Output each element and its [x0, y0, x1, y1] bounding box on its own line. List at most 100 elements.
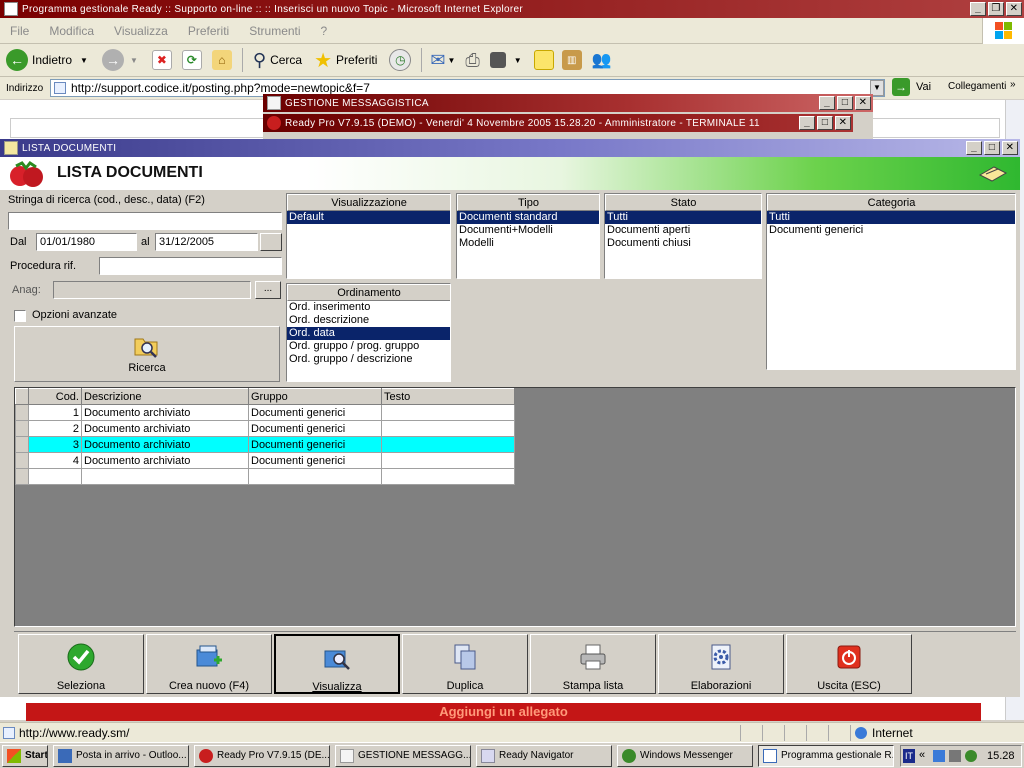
procedura-input[interactable] — [99, 257, 282, 275]
tray-expand-icon[interactable]: « — [919, 749, 925, 761]
advanced-options-label[interactable]: Opzioni avanzate — [32, 309, 117, 321]
row-selector[interactable] — [15, 468, 29, 485]
menu-help[interactable]: ? — [321, 24, 328, 38]
readypro-maximize-button[interactable]: □ — [817, 116, 833, 130]
menu-visualizza[interactable]: Visualizza — [114, 24, 168, 38]
app-maximize-button[interactable]: □ — [984, 141, 1000, 155]
taskbar-item-readypro[interactable]: Ready Pro V7.9.15 (DE... — [194, 745, 330, 767]
discuss-button[interactable] — [533, 50, 554, 70]
column-header-testo[interactable]: Testo — [381, 388, 515, 405]
date-to-input[interactable]: 31/12/2005 — [155, 233, 258, 251]
research-button[interactable]: ▥ — [561, 50, 582, 70]
volume-icon[interactable] — [949, 750, 961, 762]
readypro-minimize-button[interactable]: _ — [799, 116, 815, 130]
list-item[interactable]: Modelli — [457, 237, 599, 250]
taskbar-item-messenger[interactable]: Windows Messenger — [617, 745, 753, 767]
uscita-button[interactable]: Uscita (ESC) — [786, 634, 912, 694]
back-dropdown-icon[interactable]: ▼ — [80, 56, 88, 65]
taskbar-item-outlook[interactable]: Posta in arrivo - Outloo... — [53, 745, 189, 767]
list-item[interactable]: Ord. gruppo / prog. gruppo — [287, 340, 450, 353]
list-item[interactable]: Tutti — [767, 211, 1015, 224]
menu-modifica[interactable]: Modifica — [49, 24, 94, 38]
links-chevron-icon[interactable]: » — [1010, 79, 1016, 90]
mail-dropdown-icon[interactable]: ▼ — [447, 56, 455, 65]
list-item[interactable]: Documenti aperti — [605, 224, 761, 237]
restore-button[interactable]: ❐ — [988, 2, 1004, 16]
network-icon[interactable] — [933, 750, 945, 762]
links-label[interactable]: Collegamenti — [948, 81, 1006, 92]
clock[interactable]: 15.28 — [987, 750, 1015, 762]
taskbar-item-navigator[interactable]: Ready Navigator — [476, 745, 612, 767]
minimize-button[interactable]: _ — [970, 2, 986, 16]
row-selector[interactable] — [15, 420, 29, 437]
edit-dropdown-icon[interactable]: ▼ — [514, 56, 522, 65]
menu-strumenti[interactable]: Strumenti — [249, 24, 300, 38]
table-row[interactable]: 4 Documento archiviato Documenti generic… — [15, 452, 515, 469]
go-button[interactable]: → Vai — [892, 78, 931, 96]
messenger-tray-icon[interactable] — [965, 750, 977, 762]
refresh-button[interactable]: ⟳ — [181, 50, 202, 70]
date-from-input[interactable]: 01/01/1980 — [36, 233, 137, 251]
row-selector[interactable] — [15, 404, 29, 421]
forward-button[interactable]: → ▼ — [101, 49, 138, 71]
anag-browse-button[interactable]: ... — [255, 281, 281, 299]
search-string-input[interactable] — [8, 212, 282, 230]
visualizzazione-list[interactable]: Visualizzazione Default — [286, 193, 451, 279]
edit-button[interactable]: ▼ — [489, 52, 522, 68]
messaging-maximize-button[interactable]: □ — [837, 96, 853, 110]
list-item[interactable]: Tutti — [605, 211, 761, 224]
list-item[interactable]: Documenti+Modelli — [457, 224, 599, 237]
print-button[interactable]: ⎙ — [465, 50, 479, 71]
table-row[interactable]: 1 Documento archiviato Documenti generic… — [15, 404, 515, 421]
visualizza-button[interactable]: Visualizza — [274, 634, 400, 694]
row-selector[interactable] — [15, 436, 29, 453]
search-button[interactable]: Ricerca — [14, 326, 280, 382]
column-header-descrizione[interactable]: Descrizione — [81, 388, 249, 405]
close-button[interactable]: ✕ — [1006, 2, 1022, 16]
table-row[interactable]: 2 Documento archiviato Documenti generic… — [15, 420, 515, 437]
tipo-list[interactable]: Tipo Documenti standard Documenti+Modell… — [456, 193, 600, 279]
column-header-cod[interactable]: Cod. — [28, 388, 82, 405]
stato-list[interactable]: Stato Tutti Documenti aperti Documenti c… — [604, 193, 762, 279]
seleziona-button[interactable]: Seleziona — [18, 634, 144, 694]
home-button[interactable]: ⌂ — [211, 50, 232, 70]
history-button[interactable]: ◷ — [389, 49, 412, 71]
back-button[interactable]: ← Indietro ▼ — [6, 49, 88, 71]
messaging-close-button[interactable]: ✕ — [855, 96, 871, 110]
taskbar-item-messaggistica[interactable]: GESTIONE MESSAGG... — [335, 745, 471, 767]
list-item[interactable]: Documenti standard — [457, 211, 599, 224]
list-item[interactable]: Documenti generici — [767, 224, 1015, 237]
advanced-options-checkbox[interactable] — [14, 310, 26, 322]
date-picker-button[interactable] — [260, 233, 282, 251]
ordinamento-list[interactable]: Ordinamento Ord. inserimento Ord. descri… — [286, 283, 451, 382]
menu-file[interactable]: File — [10, 24, 29, 38]
documents-grid[interactable]: Cod. Descrizione Gruppo Testo 1 Document… — [14, 387, 1016, 627]
mail-button[interactable]: ✉ ▼ — [430, 50, 455, 71]
list-item[interactable]: Ord. gruppo / descrizione — [287, 353, 450, 366]
forward-dropdown-icon[interactable]: ▼ — [130, 56, 138, 65]
app-minimize-button[interactable]: _ — [966, 141, 982, 155]
app-close-button[interactable]: ✕ — [1002, 141, 1018, 155]
list-item[interactable]: Ord. data — [287, 327, 450, 340]
taskbar-item-ie[interactable]: Programma gestionale R... — [758, 745, 894, 767]
menu-preferiti[interactable]: Preferiti — [188, 24, 229, 38]
list-item[interactable]: Ord. inserimento — [287, 301, 450, 314]
table-row-selected[interactable]: 3 Documento archiviato Documenti generic… — [15, 436, 515, 453]
table-row-empty[interactable] — [15, 468, 515, 485]
duplica-button[interactable]: Duplica — [402, 634, 528, 694]
messaging-minimize-button[interactable]: _ — [819, 96, 835, 110]
list-item[interactable]: Default — [287, 211, 450, 224]
list-item[interactable]: Documenti chiusi — [605, 237, 761, 250]
column-header-gruppo[interactable]: Gruppo — [248, 388, 382, 405]
crea-nuovo-button[interactable]: Crea nuovo (F4) — [146, 634, 272, 694]
language-icon[interactable]: IT — [903, 749, 915, 763]
stop-button[interactable]: ✖ — [151, 50, 172, 70]
favorites-button[interactable]: ★ Preferiti — [314, 48, 377, 73]
list-item[interactable]: Ord. descrizione — [287, 314, 450, 327]
elaborazioni-button[interactable]: Elaborazioni — [658, 634, 784, 694]
messenger-button[interactable]: 👥 — [592, 50, 612, 70]
stampa-lista-button[interactable]: Stampa lista — [530, 634, 656, 694]
readypro-close-button[interactable]: ✕ — [835, 116, 851, 130]
categoria-list[interactable]: Categoria Tutti Documenti generici — [766, 193, 1016, 370]
attach-banner[interactable]: Aggiungi un allegato — [26, 703, 981, 721]
